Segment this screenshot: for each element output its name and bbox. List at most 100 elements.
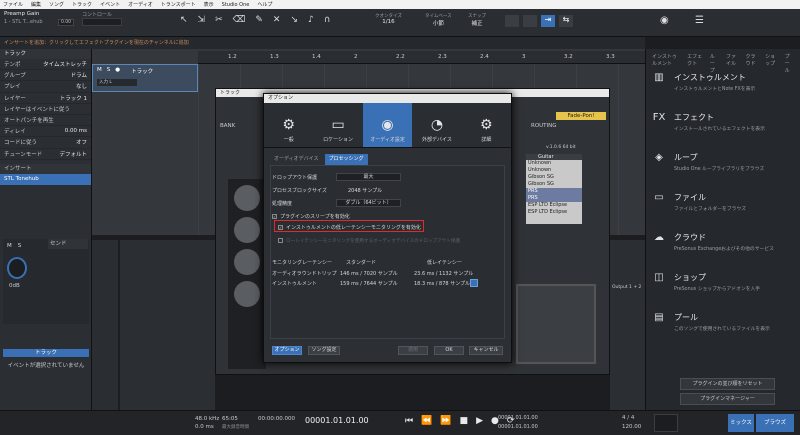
- output-label[interactable]: Output 1 + 2: [610, 285, 645, 290]
- tab-processing[interactable]: プロセッシング: [324, 154, 368, 165]
- browser-item[interactable]: ◫ ショップ PreSonus ショップからアドオンを入手: [646, 268, 800, 308]
- mute-button[interactable]: M: [7, 243, 12, 249]
- browser-item[interactable]: FX エフェクト インストールされているエフェクトを表示: [646, 108, 800, 148]
- value-readout[interactable]: 0.00: [58, 19, 74, 26]
- guitar-list-item[interactable]: ESP LTD Eclipse: [526, 202, 582, 209]
- preset-name[interactable]: Preamp Gain: [4, 11, 39, 17]
- category-locations[interactable]: ▭ ロケーション: [313, 103, 362, 147]
- inspector-row-value[interactable]: 0.00 ms: [65, 128, 87, 134]
- inserts-header[interactable]: インサート: [0, 163, 91, 174]
- inspector-row[interactable]: プレイ なし: [0, 81, 91, 93]
- inspector-row-value[interactable]: トラック 1: [60, 94, 87, 102]
- pack-thumbnail[interactable]: [234, 249, 260, 275]
- guitar-list-item[interactable]: Gibson SG: [526, 174, 582, 181]
- quantize-control[interactable]: クオンタイズ 1/16: [375, 13, 402, 25]
- menu-item[interactable]: トラック: [72, 1, 92, 8]
- inspector-row[interactable]: オートパンチを再生: [0, 115, 91, 127]
- inspector-row[interactable]: レイヤーはイベントに従う: [0, 104, 91, 115]
- track-header[interactable]: M S ● トラック 入力 L: [92, 64, 198, 92]
- snap-event-button[interactable]: [523, 15, 537, 27]
- menu-item[interactable]: トランスポート: [161, 1, 196, 8]
- time-signature[interactable]: 4 / 4: [622, 415, 634, 421]
- guitar-list-item[interactable]: PRS: [526, 195, 582, 202]
- plugin-routing[interactable]: ROUTING: [531, 123, 557, 129]
- low-latency-toggle[interactable]: [470, 279, 478, 287]
- insert-item[interactable]: STL Tonehub: [0, 173, 91, 185]
- magnet-icon[interactable]: ∩: [324, 15, 331, 25]
- menu-item[interactable]: ヘルプ: [257, 1, 272, 8]
- tempo-value[interactable]: 120.00: [622, 424, 641, 430]
- category-general[interactable]: ⚙ 一般: [264, 103, 313, 147]
- inspector-row[interactable]: コードに従う オフ: [0, 137, 91, 149]
- paint-tool-icon[interactable]: ✎: [255, 15, 263, 25]
- range-tool-icon[interactable]: ⇲: [198, 15, 206, 25]
- right-locator[interactable]: 00001.01.01.00: [498, 424, 538, 430]
- mute-tool-icon[interactable]: ✕: [273, 15, 281, 25]
- browser-tab[interactable]: ファイル: [726, 53, 739, 67]
- sends-header[interactable]: センド: [48, 239, 88, 249]
- snap-toggle-button[interactable]: ⇥: [541, 15, 555, 27]
- precision-select[interactable]: ダブル（64ビット）: [336, 199, 401, 207]
- inspector-row-value[interactable]: タイムストレッチ: [43, 60, 87, 68]
- browser-tab[interactable]: インストゥルメント: [652, 53, 680, 67]
- inspector-row[interactable]: テンポ タイムストレッチ: [0, 59, 91, 71]
- guitar-list-item[interactable]: Gibson SG: [526, 181, 582, 188]
- category-external-devices[interactable]: ◔ 外部デバイス: [412, 103, 461, 147]
- menu-item[interactable]: イベント: [100, 1, 120, 8]
- stop-icon[interactable]: ■: [460, 416, 469, 426]
- inspector-row[interactable]: グループ ドラム: [0, 70, 91, 82]
- plugin-bank[interactable]: BANK: [220, 123, 235, 129]
- inspector-row-value[interactable]: なし: [76, 82, 87, 90]
- browser-item[interactable]: ▥ インストゥルメント インストゥルメントとNote FXを表示: [646, 68, 800, 108]
- browse-button[interactable]: ブラウズ: [756, 414, 794, 432]
- sleep-checkbox[interactable]: ✓: [272, 214, 277, 219]
- guitar-list-item[interactable]: Unknown: [526, 167, 582, 174]
- return-zero-icon[interactable]: ⏮: [405, 416, 413, 426]
- song-settings-button[interactable]: ソング設定: [308, 346, 340, 355]
- pack-thumbnail[interactable]: [234, 185, 260, 211]
- tab-audio-device[interactable]: オーディオデバイス: [270, 154, 323, 165]
- browser-tab[interactable]: クラウド: [746, 53, 759, 67]
- eraser-tool-icon[interactable]: ⌫: [233, 15, 246, 25]
- menu-item[interactable]: 表示: [204, 1, 214, 8]
- category-audio-setup[interactable]: ◉ オーディオ設定: [362, 103, 413, 147]
- cancel-button[interactable]: キャンセル: [469, 346, 503, 355]
- apply-button[interactable]: 適用: [398, 346, 428, 355]
- pack-thumbnail[interactable]: [234, 217, 260, 243]
- sleep-option[interactable]: ✓ プラグインのスリープを有効化: [272, 213, 350, 220]
- snap-control[interactable]: スナップ 補正: [468, 13, 486, 27]
- menu-item[interactable]: オーディオ: [128, 1, 153, 8]
- reset-plugin-order-button[interactable]: プラグインの並び順をリセット: [680, 378, 775, 390]
- forward-icon[interactable]: ⏩: [440, 416, 451, 426]
- hamburger-menu-icon[interactable]: ☰: [695, 15, 704, 26]
- browser-tab[interactable]: ショップ: [765, 53, 778, 67]
- menu-item[interactable]: ファイル: [3, 1, 23, 8]
- arrow-tool-icon[interactable]: ↖: [180, 15, 188, 25]
- guitar-list-item[interactable]: PRS: [526, 188, 582, 195]
- browser-item[interactable]: ▤ プール このソングで使用されているファイルを表示: [646, 308, 800, 348]
- browser-item[interactable]: ▭ ファイル ファイルとフォルダーをブラウズ: [646, 188, 800, 228]
- play-icon[interactable]: ▶: [476, 416, 483, 426]
- menu-item[interactable]: Studio One: [222, 2, 250, 8]
- track-solo-button[interactable]: S: [107, 67, 111, 75]
- snap-grid-button[interactable]: [505, 15, 519, 27]
- low-latency-checkbox[interactable]: ✓: [278, 225, 283, 230]
- browser-tab[interactable]: エフェクト: [687, 53, 703, 67]
- browser-item[interactable]: ☁ クラウド PreSonus Exchangeおよびその他のサービス: [646, 228, 800, 268]
- inspector-row[interactable]: チューンモード デフォルト: [0, 149, 91, 160]
- timeline-ruler[interactable]: 1.21.31.422.22.32.433.23.33.4: [198, 51, 657, 64]
- solo-button[interactable]: S: [18, 243, 22, 249]
- category-advanced[interactable]: ⚙ 詳細: [462, 103, 511, 147]
- browser-tab[interactable]: ループ: [710, 53, 719, 74]
- mix-button[interactable]: ミックス: [728, 414, 754, 432]
- timebase-control[interactable]: タイムベース 小節: [425, 13, 452, 27]
- left-locator[interactable]: 00001.01.01.00: [498, 415, 538, 421]
- track-input-select[interactable]: 入力 L: [97, 79, 137, 86]
- guitar-list-item[interactable]: Unknown: [526, 160, 582, 167]
- track-name-label[interactable]: トラック: [131, 67, 153, 75]
- control-field[interactable]: [82, 18, 122, 26]
- plugin-preset[interactable]: Fade-Pon!: [556, 112, 606, 120]
- inspector-row-value[interactable]: ドラム: [71, 71, 87, 79]
- inspector-row[interactable]: ディレイ 0.00 ms: [0, 126, 91, 138]
- track-mute-button[interactable]: M: [97, 67, 102, 75]
